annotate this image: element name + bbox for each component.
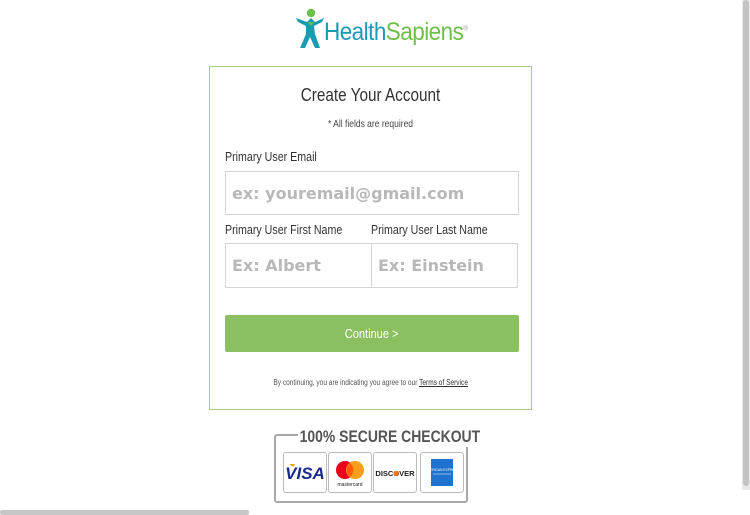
email-field[interactable]	[225, 171, 519, 215]
discover-card-icon: DISCOVER	[373, 452, 417, 493]
secure-checkout-badge: 100% SECURE CHECKOUT VISA mastercard DIS…	[274, 427, 482, 503]
vertical-scrollbar[interactable]	[742, 0, 750, 490]
trademark-mark: ®	[463, 25, 468, 33]
brand-name-part1: Health	[324, 18, 386, 46]
create-account-card: Create Your Account * All fields are req…	[209, 66, 532, 410]
mastercard-text: mastercard	[337, 482, 362, 488]
person-logo-icon	[296, 8, 324, 48]
amex-text: AMERICAN EXPRESS	[425, 468, 460, 472]
terms-notice: By continuing, you are indicating you ag…	[210, 378, 531, 387]
continue-button-label: Continue >	[345, 326, 399, 341]
required-note: * All fields are required	[327, 119, 414, 130]
secure-checkout-title: 100% SECURE CHECKOUT	[298, 427, 482, 447]
first-name-label: Primary User First Name	[225, 222, 343, 237]
first-name-field[interactable]	[225, 243, 372, 288]
last-name-field[interactable]	[371, 243, 518, 288]
visa-card-icon: VISA	[283, 452, 327, 493]
amex-card-icon: AMERICAN EXPRESS	[420, 452, 464, 493]
brand-name: HealthSapiens®	[324, 18, 468, 47]
brand-logo[interactable]: HealthSapiens®	[294, 8, 468, 54]
terms-text: By continuing, you are indicating you ag…	[273, 378, 419, 387]
visa-text: VISA	[285, 464, 325, 483]
vertical-scrollbar-thumb[interactable]	[743, 0, 749, 486]
horizontal-scrollbar[interactable]	[0, 510, 249, 515]
page-title: Create Your Account	[300, 85, 441, 105]
last-name-label: Primary User Last Name	[371, 222, 488, 237]
continue-button[interactable]: Continue >	[225, 315, 519, 352]
mastercard-card-icon: mastercard	[328, 452, 372, 493]
terms-of-service-link[interactable]: Terms of Service	[419, 378, 468, 387]
email-label: Primary User Email	[225, 149, 317, 164]
brand-name-part2: Sapiens	[385, 18, 464, 46]
